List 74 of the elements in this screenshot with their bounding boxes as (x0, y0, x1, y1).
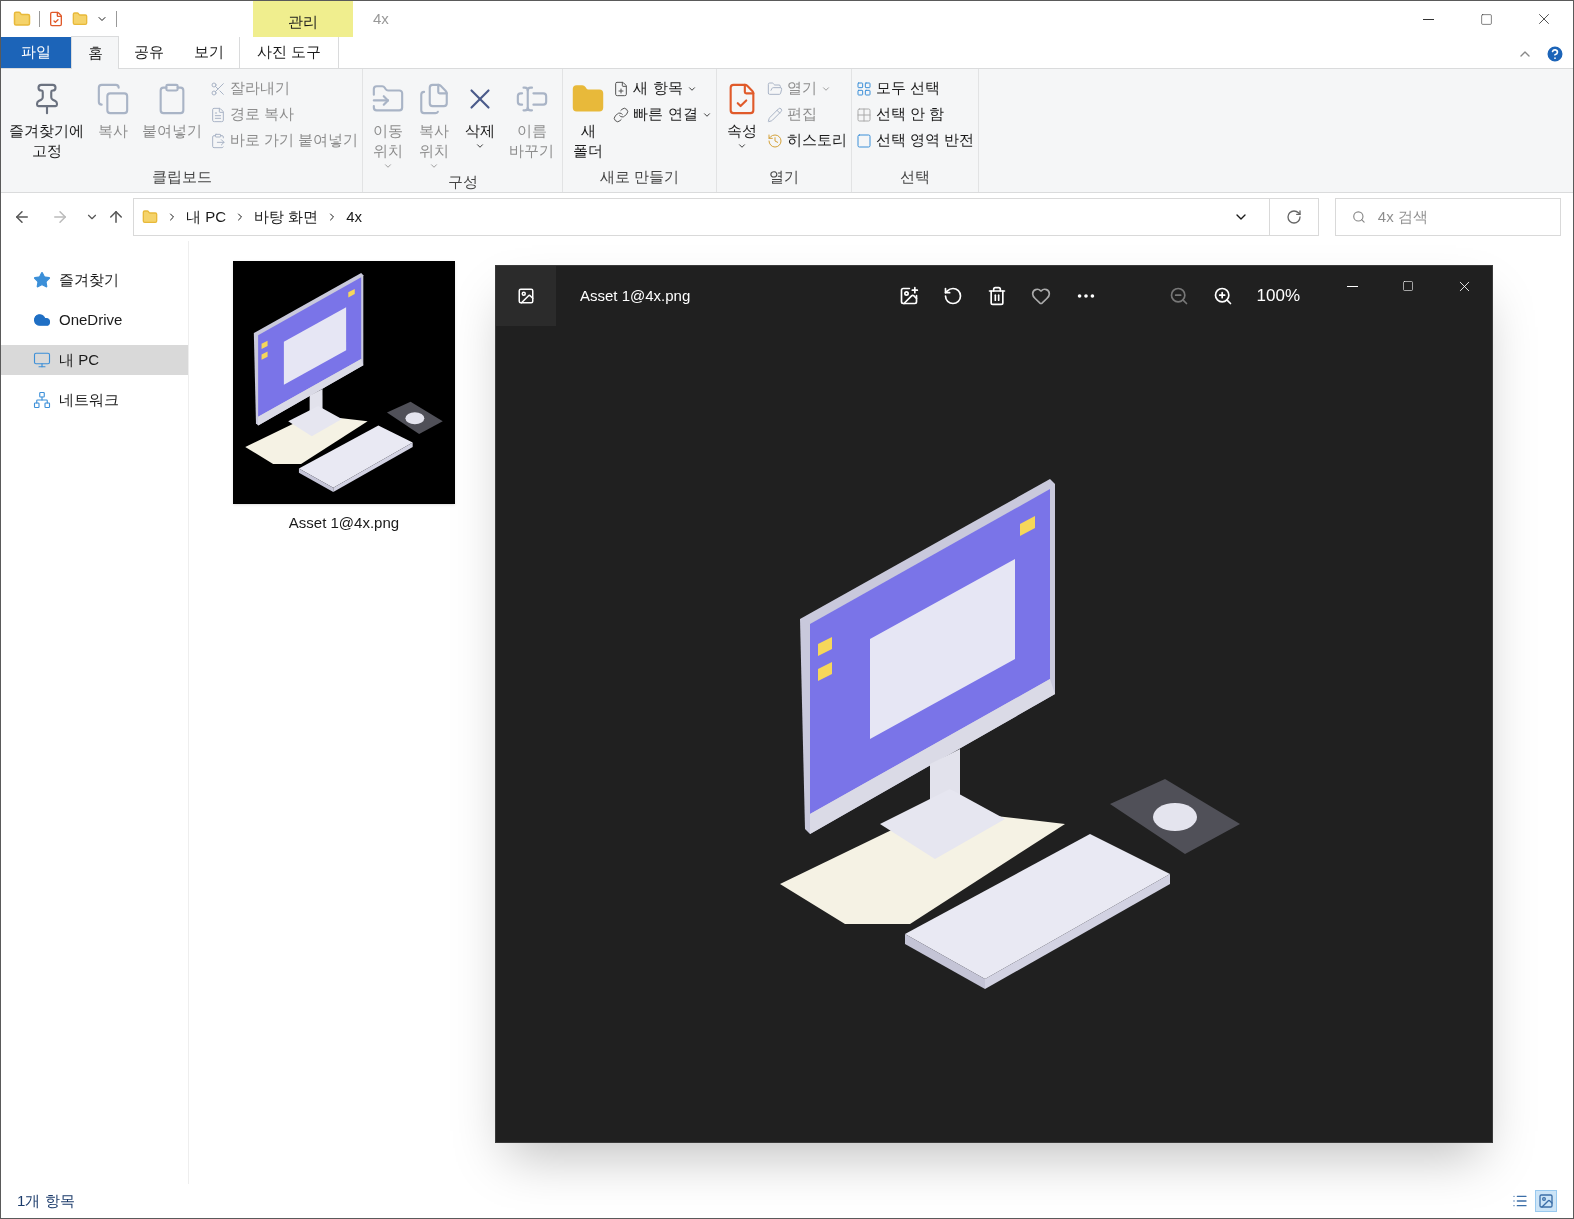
ribbon-button[interactable]: 새 폴더 (567, 73, 610, 166)
search-field[interactable]: 4x 검색 (1335, 198, 1561, 236)
image-icon (517, 287, 535, 305)
ribbon-button[interactable]: 속성 (720, 73, 763, 166)
ribbon-group-label: 구성 (446, 172, 479, 192)
ribbon-button[interactable]: 선택 안 함 (855, 103, 974, 126)
star-icon (33, 271, 51, 289)
view-mode-button[interactable] (1535, 1190, 1557, 1212)
search-icon (1352, 209, 1366, 225)
pencil-icon (766, 106, 783, 123)
address-field[interactable]: 내 PC 바탕 화면 4x (133, 198, 1319, 236)
dropdown-icon (383, 161, 394, 171)
refresh-icon[interactable] (1286, 209, 1302, 225)
ribbon-group-label: 열기 (767, 166, 800, 187)
ribbon-button[interactable]: 모두 선택 (855, 77, 974, 100)
contextual-tab-header: 관리 (253, 1, 353, 37)
network-icon (33, 391, 51, 409)
ribbon-tab[interactable]: 공유 (119, 37, 179, 68)
app-icon-button[interactable] (496, 266, 556, 326)
ribbon-tab[interactable]: 보기 (179, 37, 239, 68)
new-file-icon (613, 80, 630, 97)
dropdown-icon (736, 141, 747, 151)
copy-icon (96, 82, 130, 116)
edit-image-icon[interactable] (898, 286, 919, 306)
ribbon-button[interactable]: 즐겨찾기에 고정 (5, 73, 88, 166)
window-title: 4x (373, 8, 389, 29)
nav-item[interactable]: 내 PC (1, 345, 188, 375)
history-icon (766, 132, 783, 149)
zoom-in-icon[interactable] (1212, 286, 1233, 306)
rotate-icon[interactable] (942, 286, 963, 306)
ribbon-group-label: 새로 만들기 (598, 166, 680, 187)
breadcrumb[interactable]: 바탕 화면 (254, 205, 319, 229)
ribbon-button[interactable]: 선택 영역 반전 (855, 129, 974, 152)
minimize-icon (1422, 18, 1434, 20)
clipboard-icon (210, 132, 226, 149)
ribbon-button[interactable]: 새 항목 (613, 77, 712, 100)
status-text: 1개 항목 (17, 1190, 75, 1211)
ribbon-button[interactable]: 삭제 (459, 73, 502, 171)
nav-item[interactable]: OneDrive (1, 305, 188, 335)
nav-item[interactable]: 네트워크 (1, 385, 188, 415)
cloud-icon (33, 311, 51, 329)
dropdown-icon (475, 141, 486, 151)
heart-icon[interactable] (1030, 286, 1051, 306)
back-icon[interactable] (13, 208, 31, 226)
dropdown-icon (429, 161, 440, 171)
minimize-icon (1346, 285, 1358, 287)
scissors-icon (210, 80, 226, 97)
search-input[interactable]: 4x 검색 (1377, 205, 1544, 229)
breadcrumb[interactable]: 내 PC (186, 205, 226, 229)
maximize-icon (1479, 12, 1493, 26)
ribbon-group-label: 선택 (898, 166, 931, 187)
ribbon-tab[interactable]: 홈 (71, 36, 119, 69)
image-icon (1538, 1193, 1554, 1209)
viewer-title: Asset 1@4x.png (580, 285, 691, 306)
nav-item[interactable]: 즐겨찾기 (1, 265, 188, 295)
folder-icon (142, 209, 158, 225)
delete-icon[interactable] (986, 286, 1007, 306)
maximize-icon (1402, 280, 1414, 292)
ribbon-button[interactable]: 빠른 연결 (613, 103, 712, 126)
ribbon-group-label: 클립보드 (150, 166, 213, 187)
up-icon[interactable] (107, 208, 125, 226)
ribbon-button[interactable]: 히스토리 (766, 129, 847, 152)
list-icon (1512, 1193, 1528, 1209)
help-icon[interactable] (1545, 44, 1565, 64)
monitor-icon (33, 351, 51, 369)
ribbon-tab[interactable]: 파일 (1, 37, 71, 68)
breadcrumb[interactable]: 4x (346, 205, 363, 229)
checkmark-document-icon[interactable] (48, 11, 64, 27)
file-item[interactable]: Asset 1@4x.png (233, 261, 455, 535)
ribbon-tab[interactable]: 사진 도구 (239, 37, 339, 68)
open-folder-icon (766, 80, 783, 97)
link-icon (613, 106, 630, 123)
zoom-level: 100% (1256, 285, 1300, 308)
path-icon (210, 106, 226, 123)
